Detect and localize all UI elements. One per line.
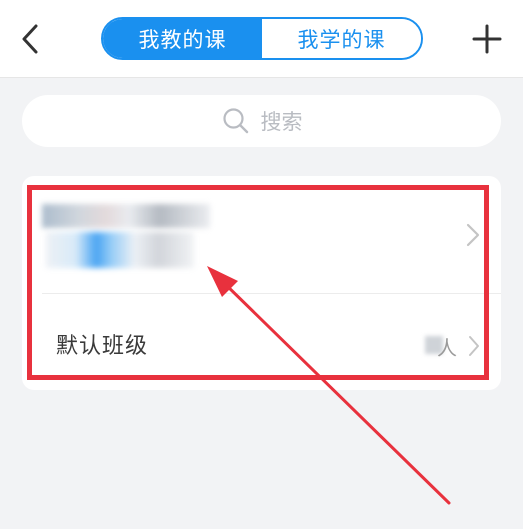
- course-cover-obscured: [46, 232, 194, 268]
- member-count-unit: 人: [437, 336, 457, 360]
- class-name: 默认班级: [56, 334, 149, 359]
- class-item-default[interactable]: 默认班级 人: [22, 294, 501, 390]
- top-navigation-bar: 我教的课 我学的课: [0, 0, 523, 78]
- search-icon: [221, 106, 251, 136]
- plus-icon: [472, 24, 502, 54]
- chevron-right-icon: [466, 223, 480, 247]
- course-item[interactable]: [22, 176, 501, 293]
- course-role-switcher: 我教的课 我学的课: [101, 17, 423, 60]
- tab-teaching-courses[interactable]: 我教的课: [103, 19, 262, 58]
- course-name-obscured: [42, 204, 210, 228]
- chevron-right-icon: [469, 336, 479, 356]
- course-card: 默认班级 人: [22, 176, 501, 390]
- tab-learning-courses[interactable]: 我学的课: [262, 19, 421, 58]
- add-course-button[interactable]: [471, 22, 503, 56]
- search-input[interactable]: 搜索: [22, 95, 501, 147]
- back-button[interactable]: [14, 20, 48, 58]
- search-placeholder: 搜索: [260, 110, 303, 134]
- chevron-left-icon: [22, 24, 38, 54]
